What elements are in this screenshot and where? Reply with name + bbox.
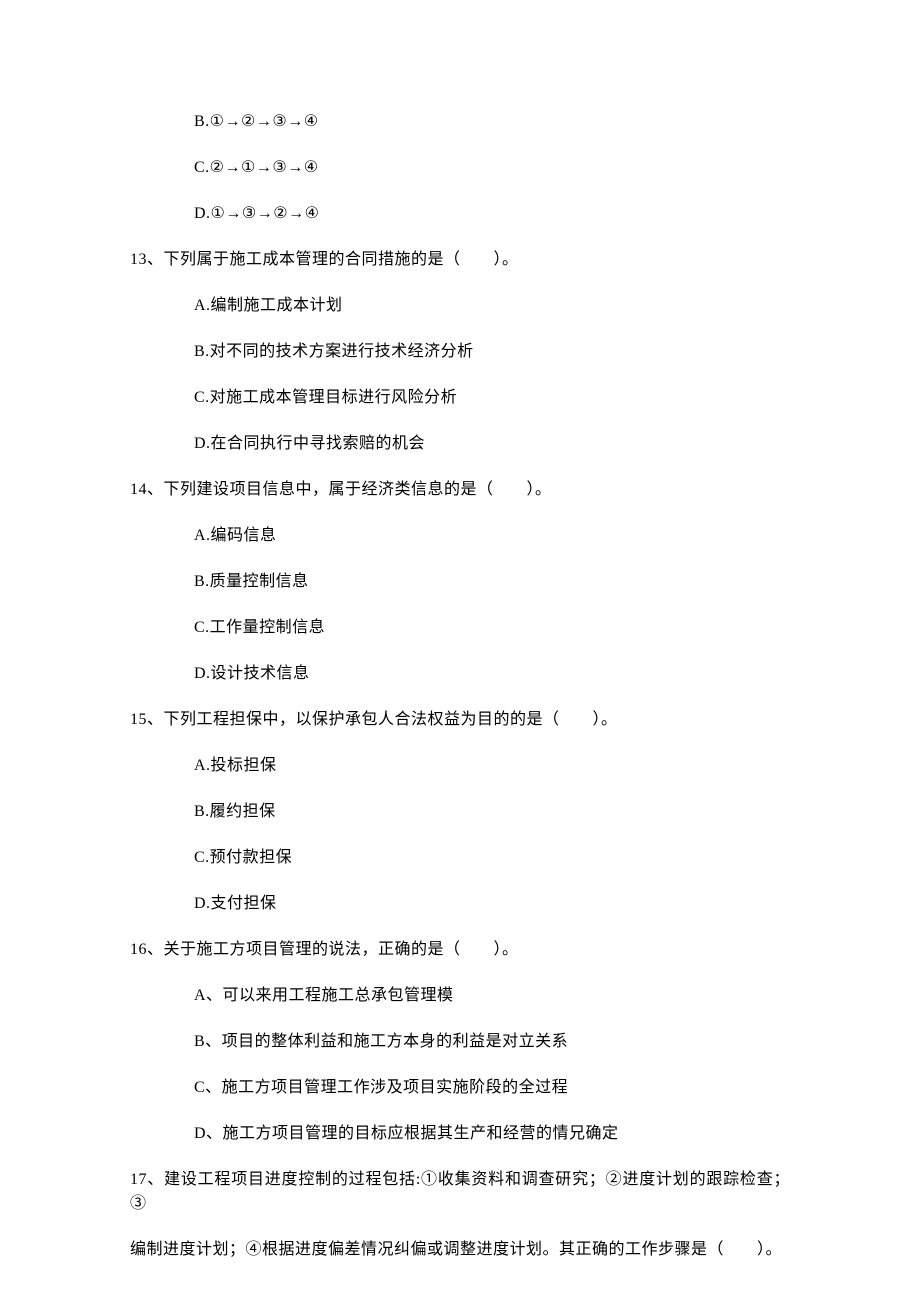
question-15-option-a: A.投标担保: [130, 754, 790, 778]
question-16-option-a: A、可以来用工程施工总承包管理模: [130, 984, 790, 1008]
question-13-option-d: D.在合同执行中寻找索赔的机会: [130, 432, 790, 456]
previous-question-option-c: C.②→①→③→④: [130, 156, 790, 180]
question-14-stem: 14、下列建设项目信息中，属于经济类信息的是（ ）。: [130, 478, 790, 502]
question-14-option-d: D.设计技术信息: [130, 662, 790, 686]
question-14-option-b: B.质量控制信息: [130, 570, 790, 594]
previous-question-option-b: B.①→②→③→④: [130, 110, 790, 134]
question-13-stem: 13、下列属于施工成本管理的合同措施的是（ ）。: [130, 248, 790, 272]
question-16-option-d: D、施工方项目管理的目标应根据其生产和经营的情兄确定: [130, 1122, 790, 1146]
question-15-option-d: D.支付担保: [130, 892, 790, 916]
question-17-stem-line-1: 17、建设工程项目进度控制的过程包括:①收集资料和调查研究；②进度计划的跟踪检查…: [130, 1168, 790, 1216]
question-15-stem: 15、下列工程担保中，以保护承包人合法权益为目的的是（ ）。: [130, 708, 790, 732]
question-13-option-c: C.对施工成本管理目标进行风险分析: [130, 386, 790, 410]
question-13-option-a: A.编制施工成本计划: [130, 294, 790, 318]
question-15-option-b: B.履约担保: [130, 800, 790, 824]
previous-question-option-d: D.①→③→②→④: [130, 202, 790, 226]
question-14-option-a: A.编码信息: [130, 524, 790, 548]
question-14-option-c: C.工作量控制信息: [130, 616, 790, 640]
question-17-stem-line-2: 编制进度计划；④根据进度偏差情况纠偏或调整进度计划。其正确的工作步骤是（ ）。: [130, 1238, 790, 1262]
question-15-option-c: C.预付款担保: [130, 846, 790, 870]
question-16-option-b: B、项目的整体利益和施工方本身的利益是对立关系: [130, 1030, 790, 1054]
question-13-option-b: B.对不同的技术方案进行技术经济分析: [130, 340, 790, 364]
question-16-stem: 16、关于施工方项目管理的说法，正确的是（ ）。: [130, 938, 790, 962]
question-16-option-c: C、施工方项目管理工作涉及项目实施阶段的全过程: [130, 1076, 790, 1100]
